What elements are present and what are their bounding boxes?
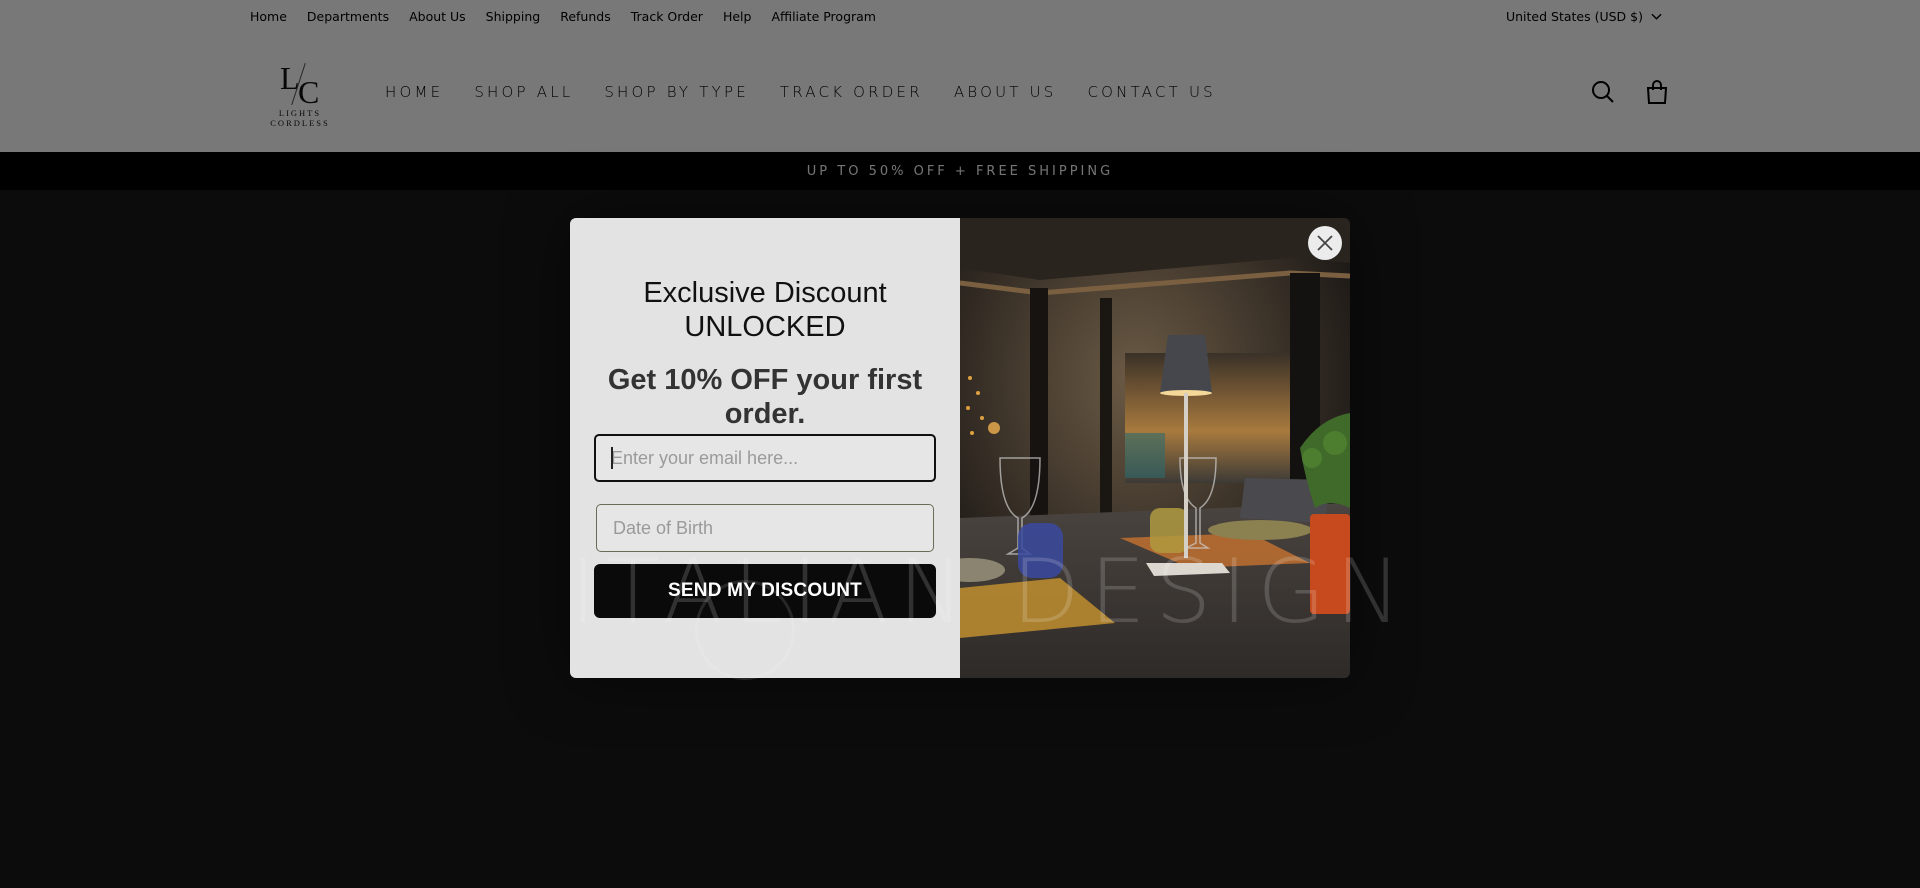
date-of-birth-input[interactable] <box>596 504 934 552</box>
discount-popup: Exclusive Discount UNLOCKED Get 10% OFF … <box>570 218 1350 678</box>
popup-headline-line2: UNLOCKED <box>684 311 846 343</box>
text-caret <box>611 447 613 469</box>
popup-headline-line1: Exclusive Discount <box>643 277 887 309</box>
popup-subhead: Get 10% OFF your first order. <box>607 364 923 430</box>
email-input[interactable] <box>594 434 936 482</box>
send-discount-button[interactable]: SEND MY DISCOUNT <box>594 564 936 618</box>
close-popup-button[interactable] <box>1308 226 1342 260</box>
lamp-scene-image <box>960 218 1350 678</box>
close-icon <box>1317 235 1333 251</box>
popup-image <box>960 218 1350 678</box>
popup-headline: Exclusive Discount UNLOCKED <box>570 276 960 344</box>
popup-form-panel: Exclusive Discount UNLOCKED Get 10% OFF … <box>570 218 960 678</box>
